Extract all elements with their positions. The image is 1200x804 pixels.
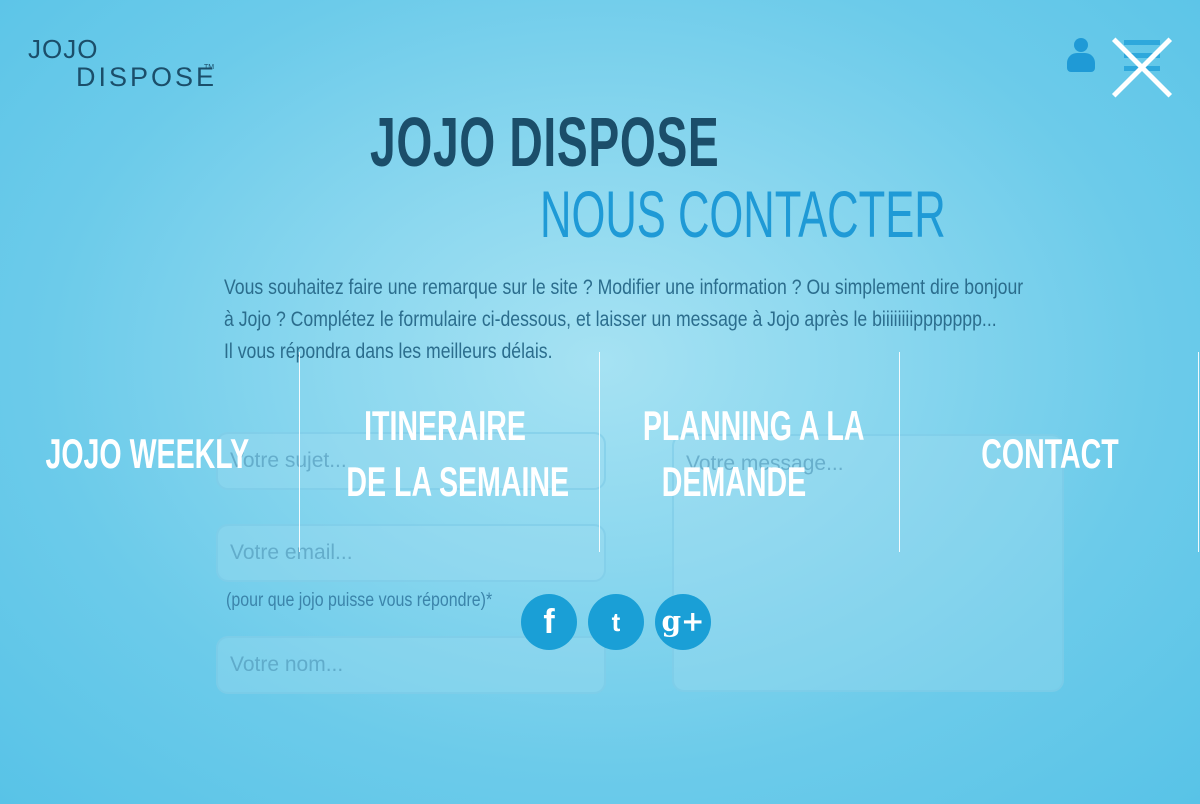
logo-dispose: DISPOSE xyxy=(76,62,218,92)
email-input[interactable] xyxy=(216,524,606,582)
nav-label: PLANNING A LA xyxy=(642,402,865,449)
intro-text: Vous souhaitez faire une remarque sur le… xyxy=(224,272,1074,368)
nav-separator xyxy=(599,352,600,552)
nav-label: ITINERAIRE xyxy=(364,402,526,449)
close-icon[interactable] xyxy=(1106,32,1178,104)
nav-separator xyxy=(899,352,900,552)
page-subtitle: NOUS CONTACTER xyxy=(540,177,946,251)
page: JOJO DISPOSE TM JOJO DISPOSE NOUS CONTAC… xyxy=(0,0,1200,804)
twitter-icon[interactable]: t xyxy=(588,594,644,650)
nav-label: DEMANDE xyxy=(661,458,807,505)
logo[interactable]: JOJO DISPOSE TM xyxy=(28,34,218,96)
nav-separator xyxy=(1198,352,1199,552)
intro-line: Il vous répondra dans les meilleurs déla… xyxy=(224,340,553,363)
nav-item-planning[interactable]: PLANNING A LA DEMANDE xyxy=(642,398,865,510)
user-icon-head xyxy=(1074,38,1088,52)
nav-item-jojo-weekly[interactable]: JOJO WEEKLY xyxy=(45,426,250,482)
intro-line: à Jojo ? Complétez le formulaire ci-dess… xyxy=(224,308,997,331)
nav-label: DE LA SEMAINE xyxy=(346,458,570,505)
facebook-icon[interactable]: f xyxy=(521,594,577,650)
page-title: JOJO DISPOSE xyxy=(370,103,720,181)
nav-label: CONTACT xyxy=(981,430,1119,477)
logo-tm: TM xyxy=(204,64,215,71)
intro-line: Vous souhaitez faire une remarque sur le… xyxy=(224,276,1024,299)
google-plus-icon[interactable]: g+ xyxy=(655,594,711,650)
nav-label: JOJO WEEKLY xyxy=(45,430,250,477)
nav-item-itineraire[interactable]: ITINERAIRE DE LA SEMAINE xyxy=(346,398,570,510)
logo-jojo: JOJO xyxy=(28,34,99,64)
email-note: (pour que jojo puisse vous répondre)* xyxy=(226,590,493,611)
nav-item-contact[interactable]: CONTACT xyxy=(948,426,1152,482)
user-icon-body xyxy=(1067,53,1095,72)
nav-separator xyxy=(299,352,300,552)
user-icon[interactable] xyxy=(1066,38,1096,74)
